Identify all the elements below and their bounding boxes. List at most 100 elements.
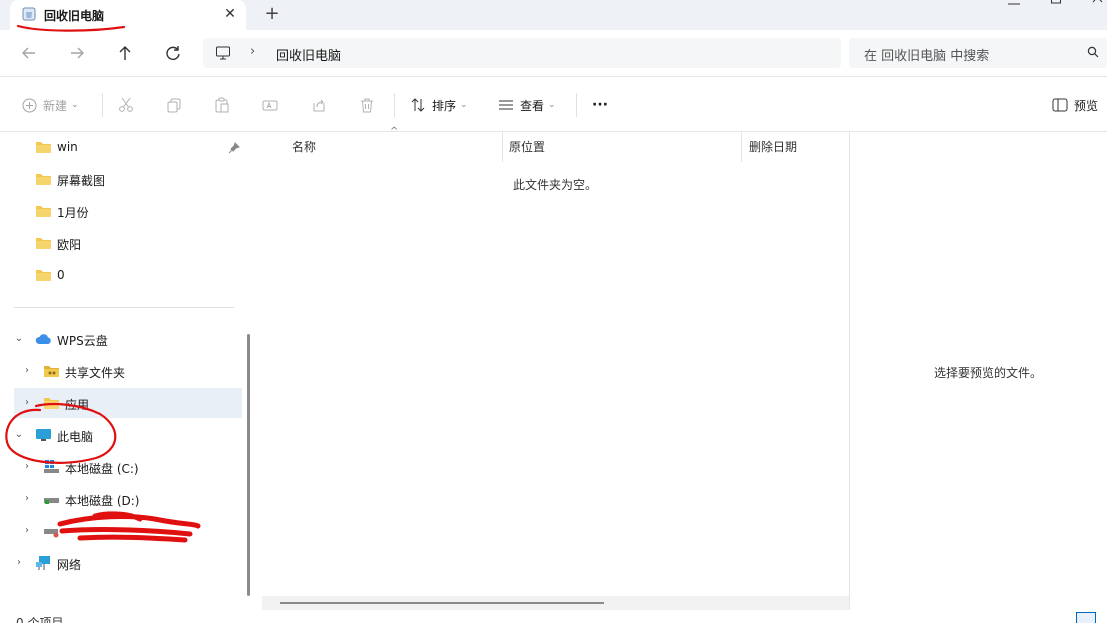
sidebar-item-this-pc[interactable]: ⌄ 此电脑 (14, 420, 242, 450)
sidebar-item-drive-d[interactable]: › 本地磁盘 (D:) (14, 484, 242, 514)
view-label: 查看 (520, 98, 545, 113)
sidebar-item-ouyang[interactable]: 欧阳 (14, 228, 242, 258)
sidebar-item-label: 屏幕截图 (57, 174, 106, 188)
share-icon[interactable] (311, 95, 327, 115)
chevron-right-icon[interactable]: › (20, 396, 34, 410)
sidebar-item-label: WPS云盘 (57, 334, 108, 348)
sidebar-item-network[interactable]: › 网络 (14, 548, 242, 578)
divider (576, 93, 577, 117)
sidebar-item-drive-c[interactable]: › 本地磁盘 (C:) (14, 452, 242, 482)
horizontal-scrollbar[interactable] (280, 602, 604, 604)
breadcrumb-separator[interactable]: › (250, 44, 255, 59)
search-icon (1087, 46, 1099, 58)
computer-icon (216, 46, 230, 60)
sidebar-item-label: 本地磁盘 (C:) (65, 462, 139, 476)
breadcrumb[interactable]: 回收旧电脑 (276, 45, 341, 64)
sidebar-item-network-drive[interactable]: › (14, 516, 242, 546)
sidebar-scrollbar[interactable] (247, 334, 250, 596)
preview-pane-button[interactable]: 预览 (1052, 95, 1098, 115)
view-button[interactable]: 查看 ⌄ (498, 95, 556, 115)
sidebar-item-shared-folder[interactable]: › 共享文件夹 (14, 356, 242, 386)
divider (102, 93, 103, 117)
sidebar-item-label: 本地磁盘 (D:) (65, 494, 140, 508)
sort-label: 排序 (432, 98, 457, 113)
chevron-right-icon[interactable]: › (20, 492, 34, 506)
divider (14, 307, 234, 308)
forward-button[interactable] (66, 42, 88, 64)
new-label: 新建 (43, 98, 68, 113)
paste-icon[interactable] (214, 95, 230, 115)
sidebar-item-label: 1月份 (57, 206, 89, 220)
chevron-down-icon[interactable]: ⌄ (12, 428, 26, 442)
column-separator[interactable] (502, 132, 503, 162)
folder-icon (36, 270, 51, 281)
column-separator[interactable] (741, 132, 742, 162)
details-view-button[interactable] (1076, 612, 1096, 623)
sort-indicator-icon: ^ (390, 126, 399, 137)
chevron-right-icon[interactable]: › (12, 556, 26, 570)
tab-recycle-old-pc[interactable]: 回收旧电脑 ✕ (10, 0, 246, 30)
up-button[interactable] (114, 42, 136, 64)
navigation-row: › 回收旧电脑 在 回收旧电脑 中搜索 (0, 30, 1107, 76)
sidebar-item-label: 欧阳 (57, 238, 82, 252)
sidebar-item-label: win (57, 140, 78, 154)
new-tab-button[interactable]: + (262, 4, 282, 24)
copy-icon[interactable] (166, 95, 182, 115)
folder-icon (36, 238, 51, 249)
tab-strip: 回收旧电脑 ✕ + (0, 0, 1107, 30)
folder-icon (36, 206, 51, 217)
chevron-right-icon[interactable]: › (20, 524, 34, 538)
close-window-button[interactable] (1090, 0, 1107, 14)
search-placeholder: 在 回收旧电脑 中搜索 (864, 49, 990, 64)
status-bar: 0 个项目 (0, 610, 1107, 623)
rename-icon[interactable] (262, 95, 278, 115)
sidebar-item-label: 此电脑 (57, 430, 94, 444)
sidebar-item-label: 网络 (57, 558, 82, 572)
refresh-button[interactable] (162, 42, 184, 64)
sidebar-item-label: 应用 (65, 398, 90, 412)
pin-icon[interactable] (228, 142, 240, 154)
delete-icon[interactable] (359, 95, 375, 115)
sort-icon (411, 98, 425, 112)
chevron-down-icon[interactable]: ⌄ (12, 332, 26, 346)
view-icon (499, 100, 513, 110)
minimize-button[interactable] (1004, 0, 1024, 14)
close-tab-button[interactable]: ✕ (220, 4, 240, 24)
sidebar-item-apps[interactable]: › 应用 (14, 388, 242, 418)
preview-divider[interactable] (849, 132, 850, 610)
preview-label: 预览 (1074, 98, 1099, 113)
search-input[interactable]: 在 回收旧电脑 中搜索 (849, 38, 1107, 68)
sort-button[interactable]: 排序 ⌄ (410, 95, 468, 115)
sidebar-item-label: 共享文件夹 (65, 366, 126, 380)
sidebar-item-0[interactable]: 0 (14, 260, 242, 290)
column-header-name[interactable]: 名称 (292, 138, 316, 155)
chevron-right-icon[interactable]: › (20, 364, 34, 378)
folder-icon (36, 142, 51, 153)
sidebar-item-wps-cloud[interactable]: ⌄ WPS云盘 (14, 324, 242, 354)
windows-drive-icon (44, 460, 59, 473)
sidebar-item-screenshots[interactable]: 屏幕截图 (14, 164, 242, 194)
cut-icon[interactable] (118, 95, 134, 115)
folder-icon (36, 174, 51, 185)
new-button[interactable]: 新建 ⌄ (22, 95, 79, 115)
sidebar-item-label: 0 (57, 268, 65, 282)
back-button[interactable] (18, 42, 40, 64)
sidebar-item-january[interactable]: 1月份 (14, 196, 242, 226)
monitor-icon (36, 429, 51, 441)
more-options-button[interactable]: ··· (592, 95, 608, 115)
plus-circle-icon (22, 98, 37, 112)
sidebar-item-win[interactable]: win (14, 132, 242, 162)
network-drive-icon (44, 529, 59, 538)
command-bar: 新建 ⌄ 排序 ⌄ 查看 ⌄ ··· 预览 (0, 76, 1107, 132)
cloud-icon (35, 334, 51, 344)
item-count: 0 个项目 (16, 616, 64, 623)
column-header-date-deleted[interactable]: 删除日期 (749, 138, 797, 155)
chevron-down-icon: ⌄ (460, 100, 468, 110)
column-header-original-location[interactable]: 原位置 (509, 138, 545, 155)
shared-folder-icon (44, 366, 59, 377)
chevron-right-icon[interactable]: › (20, 460, 34, 474)
address-bar[interactable]: › 回收旧电脑 (203, 38, 841, 68)
maximize-button[interactable] (1046, 0, 1066, 14)
file-list: ^ 名称 原位置 删除日期 此文件夹为空。 (262, 126, 850, 610)
chevron-down-icon: ⌄ (548, 100, 556, 110)
